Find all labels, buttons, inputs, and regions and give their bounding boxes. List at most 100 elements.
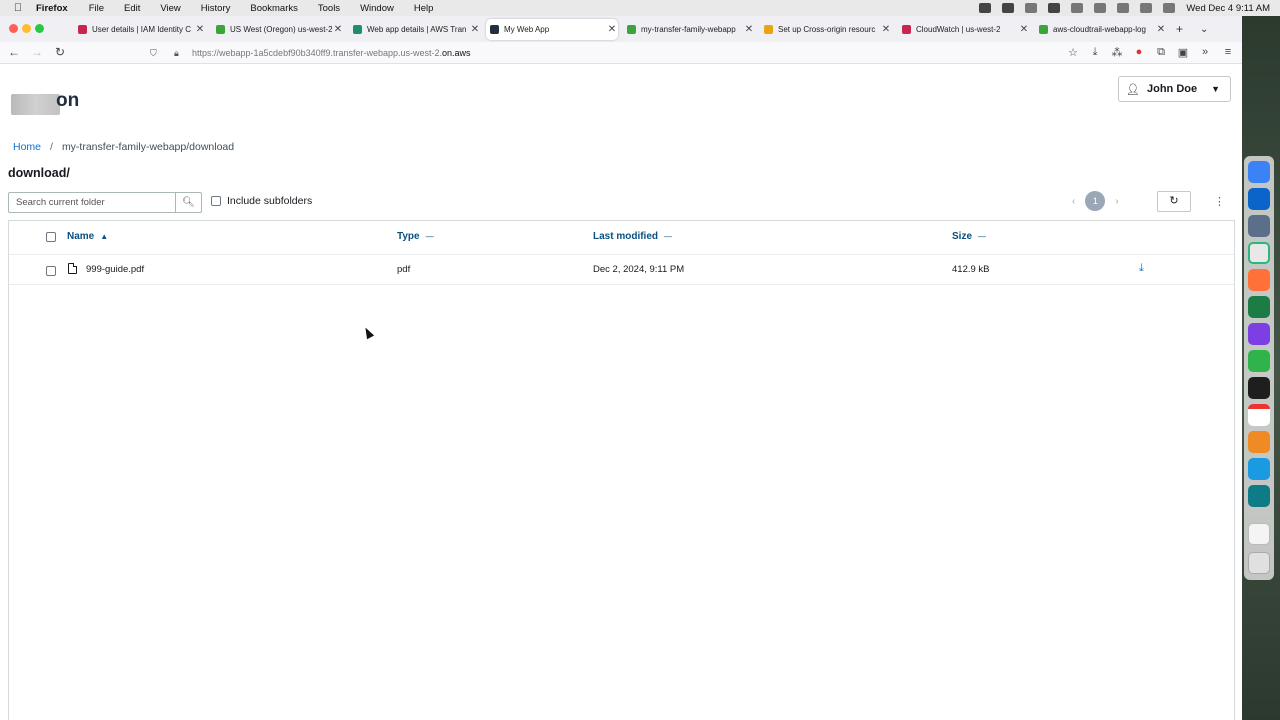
search-icon[interactable]: 🔍︎ <box>175 193 201 212</box>
menu-app[interactable]: Firefox <box>36 3 68 14</box>
status-icon[interactable] <box>1002 3 1015 13</box>
refresh-button[interactable]: ↻ <box>1157 191 1191 212</box>
lock-icon[interactable]: 🔒︎ <box>174 48 186 59</box>
close-window-button[interactable] <box>9 24 18 33</box>
menubar-clock[interactable]: Wed Dec 4 9:11 AM <box>1186 3 1270 14</box>
tab-close-icon[interactable]: ✕ <box>332 24 344 35</box>
firefox-icon[interactable] <box>1248 269 1270 291</box>
status-icon[interactable] <box>979 3 992 13</box>
file-name[interactable]: 999-guide.pdf <box>86 264 144 275</box>
tab-favicon-icon <box>764 25 773 34</box>
browser-tab[interactable]: CloudWatch | us-west-2 ✕ <box>898 19 1030 40</box>
tab-close-icon[interactable]: ✕ <box>469 24 481 35</box>
edge-icon[interactable] <box>1248 458 1270 480</box>
menu-view[interactable]: View <box>160 3 180 14</box>
wifi-icon[interactable] <box>1117 3 1130 13</box>
status-icon[interactable] <box>1025 3 1038 13</box>
status-icon[interactable] <box>1048 3 1061 13</box>
select-all-checkbox[interactable] <box>46 232 56 242</box>
search-input[interactable] <box>9 193 175 212</box>
extensions-puzzle-icon[interactable]: ⧉ <box>1154 46 1168 59</box>
container-icon[interactable]: ▣ <box>1176 46 1190 59</box>
new-tab-plus-icon[interactable]: + <box>1176 22 1183 36</box>
column-header-last-modified[interactable]: Last modified — <box>593 231 672 242</box>
vim-icon[interactable] <box>1248 350 1270 372</box>
terminal-icon[interactable] <box>1248 377 1270 399</box>
tab-label: Web app details | AWS Tran <box>367 25 467 34</box>
calendar-icon[interactable] <box>1248 404 1270 426</box>
back-arrow-icon[interactable]: ← <box>6 45 22 59</box>
browser-tab[interactable]: User details | IAM Identity C ✕ <box>74 19 206 40</box>
pagination: ‹ 1 › <box>1072 191 1119 211</box>
browser-tab[interactable]: aws-cloudtrail-webapp-log ✕ <box>1035 19 1167 40</box>
outlook-icon[interactable] <box>1248 188 1270 210</box>
zoom-window-button[interactable] <box>35 24 44 33</box>
bookmark-star-icon[interactable]: ☆ <box>1066 46 1080 59</box>
shield-icon[interactable]: ⛉ <box>150 48 162 59</box>
browser-tab-active[interactable]: My Web App ✕ <box>486 19 618 40</box>
tab-close-icon[interactable]: ✕ <box>880 24 892 35</box>
document-icon[interactable] <box>1248 523 1270 545</box>
table-row[interactable]: 999-guide.pdf pdf Dec 2, 2024, 9:11 PM 4… <box>9 255 1234 285</box>
tab-list-chevron-icon[interactable]: ⌄ <box>1200 24 1208 35</box>
forward-arrow-icon[interactable]: → <box>29 45 45 59</box>
tab-label: CloudWatch | us-west-2 <box>916 25 1001 34</box>
excel-icon[interactable] <box>1248 296 1270 318</box>
column-header-size[interactable]: Size — <box>952 231 986 242</box>
previous-page-icon[interactable]: ‹ <box>1072 196 1075 207</box>
tab-favicon-icon <box>490 25 499 34</box>
menu-bookmarks[interactable]: Bookmarks <box>250 3 298 14</box>
hamburger-menu-icon[interactable]: ≡ <box>1221 46 1235 58</box>
minimize-window-button[interactable] <box>22 24 31 33</box>
browser-tab[interactable]: my-transfer-family-webapp ✕ <box>623 19 755 40</box>
next-page-icon[interactable]: › <box>1115 196 1118 207</box>
tab-close-icon[interactable]: ✕ <box>1155 24 1167 35</box>
include-subfolders-label: Include subfolders <box>227 195 313 207</box>
file-size: 412.9 kB <box>952 264 990 275</box>
tab-close-icon[interactable]: ✕ <box>194 24 206 35</box>
checkbox[interactable] <box>211 196 221 206</box>
tab-favicon-icon <box>78 25 87 34</box>
app-logo[interactable]: on <box>11 90 87 118</box>
menu-history[interactable]: History <box>201 3 231 14</box>
menu-file[interactable]: File <box>89 3 104 14</box>
column-header-name[interactable]: Name ▲ <box>67 231 108 242</box>
reload-icon[interactable]: ↻ <box>52 45 68 59</box>
search-icon[interactable] <box>1140 3 1153 13</box>
browser-tab[interactable]: Web app details | AWS Tran ✕ <box>349 19 481 40</box>
tab-close-icon[interactable]: ✕ <box>743 24 755 35</box>
tab-favicon-icon <box>902 25 911 34</box>
browser-tab[interactable]: Set up Cross-origin resourc ✕ <box>760 19 892 40</box>
browser-tab[interactable]: US West (Oregon) us-west-2 ✕ <box>212 19 344 40</box>
menu-help[interactable]: Help <box>414 3 434 14</box>
mute-icon[interactable] <box>1094 3 1107 13</box>
menu-tools[interactable]: Tools <box>318 3 340 14</box>
trash-icon[interactable] <box>1248 552 1270 574</box>
app-icon[interactable] <box>1248 323 1270 345</box>
downloads-icon[interactable]: ⤓ <box>1088 46 1102 59</box>
control-center-icon[interactable] <box>1163 3 1176 13</box>
tab-close-icon[interactable]: ✕ <box>1018 24 1030 35</box>
tab-close-icon[interactable]: ✕ <box>606 24 618 35</box>
breadcrumb-home-link[interactable]: Home <box>13 141 41 153</box>
finder-icon[interactable] <box>1248 161 1270 183</box>
address-bar[interactable]: ⛉ 🔒︎ https://webapp-1a5cdebf90b340ff9.tr… <box>150 44 1060 62</box>
download-icon[interactable]: ⤓ <box>1139 262 1144 275</box>
row-checkbox[interactable] <box>46 266 56 276</box>
app-icon[interactable] <box>1248 215 1270 237</box>
user-menu-button[interactable]: 👤︎ John Doe ▼ <box>1118 76 1231 102</box>
app-icon[interactable] <box>1248 431 1270 453</box>
overflow-chevron-icon[interactable]: » <box>1198 46 1212 58</box>
menu-window[interactable]: Window <box>360 3 394 14</box>
battery-icon[interactable] <box>1071 3 1084 13</box>
extension-icon[interactable]: ⁂ <box>1110 46 1124 59</box>
slack-icon[interactable] <box>1248 242 1270 264</box>
app-icon[interactable] <box>1248 485 1270 507</box>
more-options-icon[interactable]: ⋮ <box>1214 195 1225 208</box>
page-number-button[interactable]: 1 <box>1085 191 1106 211</box>
menu-edit[interactable]: Edit <box>124 3 140 14</box>
extension-icon[interactable]: ● <box>1132 46 1146 58</box>
apple-menu-icon[interactable]:  <box>0 2 36 14</box>
include-subfolders-checkbox[interactable]: Include subfolders <box>211 195 312 207</box>
column-header-type[interactable]: Type — <box>397 231 434 242</box>
